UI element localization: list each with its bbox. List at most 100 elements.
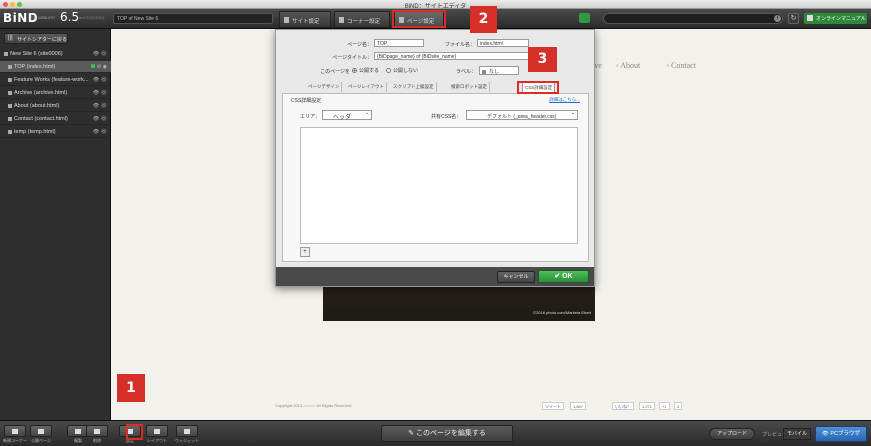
ok-button[interactable]: ✔ OK	[538, 270, 589, 283]
app-build: ver.6.5.0(1/1024)	[78, 16, 105, 20]
label-select[interactable]: なし	[479, 66, 519, 75]
layout-button[interactable]	[146, 425, 168, 437]
callout-3: 3	[528, 47, 557, 72]
corner-settings-icon	[339, 17, 344, 23]
public-page-button[interactable]	[30, 425, 52, 437]
delete-label: 削除	[93, 438, 101, 443]
tweet-button[interactable]: ツイート	[542, 402, 564, 410]
subtab-page-design[interactable]: ページデザイン	[306, 82, 343, 92]
visibility-icon[interactable]: 👁 ⚙	[93, 51, 107, 57]
common-css-label: 共有CSS名：	[431, 114, 462, 120]
sidebar-item-temp[interactable]: temp (temp.html) 👁 ⚙	[0, 126, 111, 138]
sidebar-item-top[interactable]: TOP (index.html) ⚙ ◉	[0, 61, 111, 73]
layout-icon	[154, 429, 160, 434]
dialog-footer: キャンセル ✔ OK	[276, 267, 594, 286]
reload-icon[interactable]: ↻	[788, 13, 799, 24]
status-icons[interactable]: ⚙ ◉	[91, 64, 107, 70]
widget-label: ウィジェット	[175, 438, 199, 443]
detail-link[interactable]: 詳細はこちら...	[549, 97, 580, 103]
site-tree-sidebar: サイトシアターに戻る New Site 6 (site0006) 👁 ⚙ TOP…	[0, 29, 111, 420]
upload-button[interactable]: アップロード	[709, 428, 755, 440]
public-page-label: 公開ページ	[31, 438, 51, 443]
visibility-icon[interactable]: 👁 ⚙	[93, 77, 107, 83]
file-name-field[interactable]: index.html	[477, 39, 529, 47]
subtab-page-layout[interactable]: ページレイアウト	[346, 82, 387, 92]
widget-button[interactable]	[176, 425, 198, 437]
page-path-field[interactable]: TOP of New Site 6	[113, 13, 273, 24]
delete-button[interactable]	[86, 425, 108, 437]
tab-site-settings[interactable]: サイト設定	[279, 11, 331, 28]
widget-icon	[184, 429, 190, 434]
page-name-field[interactable]: TOP	[374, 39, 424, 47]
css-panel-title: CSS詳細設定	[291, 98, 322, 104]
subtab-search-robot[interactable]: 検索ロボット設定	[449, 82, 490, 92]
new-corner-button[interactable]	[4, 425, 26, 437]
window-titlebar: BiND：サイトエディタ	[0, 0, 871, 10]
page-icon	[8, 103, 12, 108]
publish-radio[interactable]: 公開する	[352, 67, 379, 74]
public-page-icon	[38, 429, 44, 434]
sidebar-item-site[interactable]: New Site 6 (site0006) 👁 ⚙	[0, 48, 111, 60]
like-button[interactable]: いいね！	[612, 402, 634, 410]
site-icon	[4, 51, 8, 56]
back-to-site-theater-button[interactable]: サイトシアターに戻る	[4, 33, 68, 44]
callout-1: 1	[117, 374, 145, 402]
sidebar-item-feature-works[interactable]: Feature Works (feature-work... 👁 ⚙	[0, 74, 111, 86]
screen-icon[interactable]	[579, 13, 590, 23]
highlight-css-detail-tab	[517, 81, 559, 94]
page-title-field[interactable]: {BiDpage_name} of {BiDsite_name}	[374, 52, 529, 60]
page-icon	[8, 64, 12, 69]
page-title-label: ページタイトル：	[332, 55, 372, 61]
visibility-icon[interactable]: 👁 ⚙	[93, 129, 107, 135]
sidebar-item-archive[interactable]: Archive (archive.html) 👁 ⚙	[0, 87, 111, 99]
highlight-page-settings-tab	[392, 10, 446, 28]
callout-2: 2	[470, 6, 497, 33]
page-icon	[8, 116, 12, 121]
like-count: 1,271	[639, 402, 656, 410]
visibility-icon[interactable]: 👁 ⚙	[93, 103, 107, 109]
pc-browser-preview-button[interactable]: 👁 PCブラウザ	[815, 426, 867, 442]
visibility-icon[interactable]: 👁 ⚙	[93, 90, 107, 96]
file-name-label: ファイル名：	[444, 42, 475, 48]
tab-label: サイト設定	[292, 19, 320, 25]
visibility-icon[interactable]: 👁 ⚙	[93, 116, 107, 122]
unpublish-radio[interactable]: 公開しない	[386, 67, 418, 74]
new-corner-icon	[12, 429, 18, 434]
layout-label: レイアウト	[147, 438, 167, 443]
tab-label: コーナー設定	[347, 19, 381, 25]
css-editor-textarea[interactable]	[300, 127, 578, 244]
page-icon	[8, 129, 12, 134]
highlight-settings-button	[126, 424, 143, 440]
app-version: 6.5	[60, 10, 80, 24]
edit-page-button[interactable]: ✎ このページを編集する	[381, 425, 513, 442]
publish-label: このページを	[320, 69, 350, 75]
area-select[interactable]: ヘッダ	[322, 110, 372, 121]
info-icon[interactable]: i	[774, 15, 781, 22]
sidebar-item-about[interactable]: About (about.html) 👁 ⚙	[0, 100, 111, 112]
plus-one-button[interactable]: +1	[659, 402, 670, 410]
plus-one-count: 4	[674, 402, 683, 410]
delete-icon	[94, 429, 100, 434]
label-label: ラベル：	[455, 69, 476, 75]
sidebar-item-contact[interactable]: Contact (contact.html) 👁 ⚙	[0, 113, 111, 125]
nav-item[interactable]: ◦ Contact	[666, 61, 708, 70]
page-icon	[8, 77, 12, 82]
common-css-select[interactable]: デフォルト (_area_header.css)	[466, 110, 578, 120]
app-logo-sub: FOR WEBLIFE*	[30, 16, 56, 20]
search-input[interactable]	[603, 13, 783, 24]
hero-credit: ©2016 photo.com/Marketa Ebert	[533, 310, 591, 315]
footer-copyright: Copyright 2013 ○○○○○ All Rights Reserved…	[275, 403, 353, 408]
mobile-preview-button[interactable]: モバイル	[783, 428, 811, 440]
page-icon	[8, 90, 12, 95]
online-manual-button[interactable]: オンラインマニュアル	[804, 13, 867, 24]
subtab-script[interactable]: スクリプト上級設定	[391, 82, 437, 92]
tab-corner-settings[interactable]: コーナー設定	[334, 11, 390, 28]
page-name-label: ページ名：	[347, 42, 372, 48]
nav-item[interactable]: ◦ About	[616, 61, 652, 70]
area-label: エリア：	[300, 114, 321, 120]
cancel-button[interactable]: キャンセル	[497, 271, 535, 283]
add-button[interactable]: +	[300, 247, 310, 257]
site-settings-icon	[284, 17, 289, 23]
css-detail-panel: CSS詳細設定 詳細はこちら... エリア： ヘッダ 共有CSS名： デフォルト…	[282, 93, 589, 262]
tweet-count: 1,847	[570, 402, 587, 410]
